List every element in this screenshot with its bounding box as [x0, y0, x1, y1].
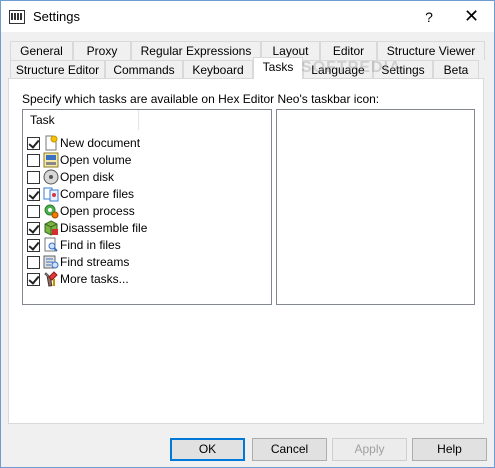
close-button[interactable]: ✕ [449, 1, 494, 31]
tasks-panel: Specify which tasks are available on Hex… [8, 78, 484, 424]
tab-commands[interactable]: Commands [105, 60, 183, 79]
tab-keyboard[interactable]: Keyboard [183, 60, 253, 79]
more-tasks-icon [44, 271, 58, 287]
title-bar: Settings ? ✕ [1, 1, 494, 32]
open-disk-checkbox[interactable] [27, 171, 40, 184]
disassemble-file-checkbox[interactable] [27, 222, 40, 235]
new-document-checkbox[interactable] [27, 137, 40, 150]
task-row-find-streams[interactable]: Find streams [27, 254, 267, 271]
task-label: Disassemble file [60, 221, 148, 235]
compare-files-icon [43, 187, 59, 202]
task-label: Open volume [60, 153, 132, 167]
tab-structure-viewer[interactable]: Structure Viewer [377, 41, 485, 60]
apply-button[interactable]: Apply [332, 438, 407, 461]
new-document-icon [45, 135, 58, 151]
tab-regular-expressions[interactable]: Regular Expressions [131, 41, 261, 60]
task-row-compare-files[interactable]: Compare files [27, 186, 267, 203]
tab-general[interactable]: General [10, 41, 73, 60]
task-row-disassemble-file[interactable]: Disassemble file [27, 220, 267, 237]
tab-editor[interactable]: Editor [320, 41, 377, 60]
open-disk-icon [43, 169, 59, 185]
softpedia-watermark: SOFTPEDIA [301, 59, 402, 76]
ok-button[interactable]: OK [170, 438, 245, 461]
task-label: Compare files [60, 187, 135, 201]
task-label: Open process [60, 204, 135, 218]
disassemble-file-icon [44, 220, 58, 236]
open-process-icon [44, 204, 59, 219]
task-label: Find streams [60, 255, 130, 269]
hex-editor-app-icon [9, 10, 25, 24]
open-volume-icon [43, 152, 59, 168]
window-title: Settings [33, 9, 80, 24]
find-streams-checkbox[interactable] [27, 256, 40, 269]
task-row-open-process[interactable]: Open process [27, 203, 267, 220]
settings-window: Settings ? ✕ General Proxy Regular Expre… [0, 0, 495, 468]
list-header-task[interactable]: Task [23, 110, 139, 130]
compare-files-checkbox[interactable] [27, 188, 40, 201]
tasks-description: Specify which tasks are available on Hex… [22, 92, 380, 106]
tab-structure-editor[interactable]: Structure Editor [10, 60, 105, 79]
title-help-button[interactable]: ? [409, 3, 449, 31]
find-in-files-checkbox[interactable] [27, 239, 40, 252]
task-label: New document [60, 136, 141, 150]
help-button[interactable]: Help [412, 438, 487, 461]
task-label: Find in files [60, 238, 121, 252]
tab-tasks[interactable]: Tasks [253, 57, 303, 79]
open-process-checkbox[interactable] [27, 205, 40, 218]
task-label: Open disk [60, 170, 115, 184]
find-in-files-icon [44, 237, 58, 252]
task-row-find-in-files[interactable]: Find in files [27, 237, 267, 254]
task-list[interactable]: Task New document Open volume Open disk … [22, 109, 272, 305]
task-row-open-volume[interactable]: Open volume [27, 152, 267, 169]
cancel-button[interactable]: Cancel [252, 438, 327, 461]
tab-beta[interactable]: Beta [433, 60, 479, 79]
open-volume-checkbox[interactable] [27, 154, 40, 167]
find-streams-icon [43, 255, 59, 269]
task-label: More tasks... [60, 272, 129, 286]
more-tasks-checkbox[interactable] [27, 273, 40, 286]
task-row-new-document[interactable]: New document [27, 135, 267, 152]
task-details-box [276, 109, 475, 305]
tab-proxy[interactable]: Proxy [73, 41, 131, 60]
task-row-open-disk[interactable]: Open disk [27, 169, 267, 186]
task-row-more-tasks[interactable]: More tasks... [27, 271, 267, 288]
